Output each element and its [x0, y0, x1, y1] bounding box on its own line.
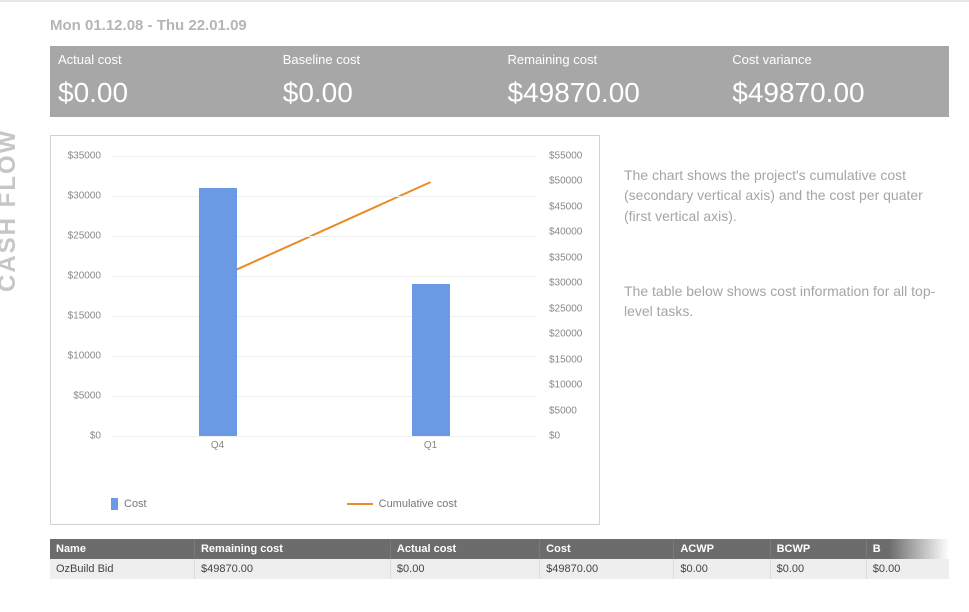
plot-area: Q4Q1: [111, 156, 537, 436]
metric-value: $0.00: [58, 77, 275, 109]
col-bcwp[interactable]: BCWP: [770, 539, 866, 559]
y2-tick: $30000: [549, 278, 582, 289]
y1-axis: $0$5000$10000$15000$20000$25000$30000$35…: [51, 156, 106, 436]
table-row[interactable]: OzBuild Bid$49870.00$0.00$49870.00$0.00$…: [50, 559, 949, 579]
grid-line: [111, 156, 537, 157]
y2-tick: $15000: [549, 354, 582, 365]
y2-axis: $0$5000$10000$15000$20000$25000$30000$35…: [544, 156, 599, 436]
y2-tick: $20000: [549, 329, 582, 340]
bar-q1: [412, 284, 450, 436]
cost-table: NameRemaining costActual costCostACWPBCW…: [50, 539, 949, 579]
y2-tick: $25000: [549, 303, 582, 314]
y1-tick: $0: [90, 431, 101, 442]
metric-actual-cost: Actual cost $0.00: [50, 52, 275, 109]
col-remaining-cost[interactable]: Remaining cost: [194, 539, 390, 559]
side-title: CASH FLOW: [0, 129, 22, 292]
cell: $49870.00: [194, 559, 390, 579]
cell: $0.00: [866, 559, 949, 579]
grid-line: [111, 396, 537, 397]
grid-line: [111, 236, 537, 237]
col-name[interactable]: Name: [50, 539, 194, 559]
grid-line: [111, 196, 537, 197]
metric-label: Remaining cost: [508, 52, 725, 67]
legend-label-cumulative: Cumulative cost: [379, 498, 457, 510]
y2-tick: $35000: [549, 252, 582, 263]
metric-label: Baseline cost: [283, 52, 500, 67]
y2-tick: $0: [549, 431, 560, 442]
cell: OzBuild Bid: [50, 559, 194, 579]
chart-legend: Cost Cumulative cost: [111, 498, 589, 510]
cell: $49870.00: [540, 559, 674, 579]
metric-cost-variance: Cost variance $49870.00: [724, 52, 949, 109]
col-actual-cost[interactable]: Actual cost: [390, 539, 539, 559]
grid-line: [111, 356, 537, 357]
y2-tick: $50000: [549, 176, 582, 187]
x-category: Q1: [424, 440, 437, 451]
metric-remaining-cost: Remaining cost $49870.00: [500, 52, 725, 109]
grid-line: [111, 316, 537, 317]
cash-flow-chart: $0 $5000 $10000 $15000 $20000 $25000 $30000 $35…: [50, 135, 600, 525]
y2-tick: $45000: [549, 201, 582, 212]
y1-tick: $15000: [68, 311, 101, 322]
y1-tick: $25000: [68, 231, 101, 242]
cumulative-cost-line: [111, 156, 537, 436]
y1-tick: $35000: [68, 151, 101, 162]
x-category: Q4: [211, 440, 224, 451]
metric-value: $49870.00: [732, 77, 949, 109]
metrics-bar: Actual cost $0.00 Baseline cost $0.00 Re…: [50, 46, 949, 117]
date-range: Mon 01.12.08 - Thu 22.01.09: [50, 17, 949, 34]
col-acwp[interactable]: ACWP: [674, 539, 770, 559]
cell: $0.00: [770, 559, 866, 579]
col-cost[interactable]: Cost: [540, 539, 674, 559]
y2-tick: $5000: [549, 405, 577, 416]
y2-tick: $10000: [549, 380, 582, 391]
y2-tick: $55000: [549, 151, 582, 162]
metric-label: Cost variance: [732, 52, 949, 67]
cell: $0.00: [390, 559, 539, 579]
y1-tick: $30000: [68, 191, 101, 202]
metric-value: $49870.00: [508, 77, 725, 109]
y1-tick: $5000: [73, 391, 101, 402]
metric-baseline-cost: Baseline cost $0.00: [275, 52, 500, 109]
description-1: The chart shows the project's cumulative…: [624, 165, 949, 226]
grid-line: [111, 436, 537, 437]
y2-tick: $40000: [549, 227, 582, 238]
y1-tick: $20000: [68, 271, 101, 282]
legend-swatch-line: [347, 503, 373, 505]
y1-tick: $10000: [68, 351, 101, 362]
description-2: The table below shows cost information f…: [624, 281, 949, 322]
metric-label: Actual cost: [58, 52, 275, 67]
legend-label-cost: Cost: [124, 498, 147, 510]
grid-line: [111, 276, 537, 277]
cell: $0.00: [674, 559, 770, 579]
cost-table-wrapper: NameRemaining costActual costCostACWPBCW…: [50, 539, 949, 579]
bar-q4: [199, 188, 237, 436]
chart-description: The chart shows the project's cumulative…: [624, 135, 949, 525]
col-b[interactable]: B: [866, 539, 949, 559]
metric-value: $0.00: [283, 77, 500, 109]
legend-swatch-bar: [111, 498, 118, 510]
